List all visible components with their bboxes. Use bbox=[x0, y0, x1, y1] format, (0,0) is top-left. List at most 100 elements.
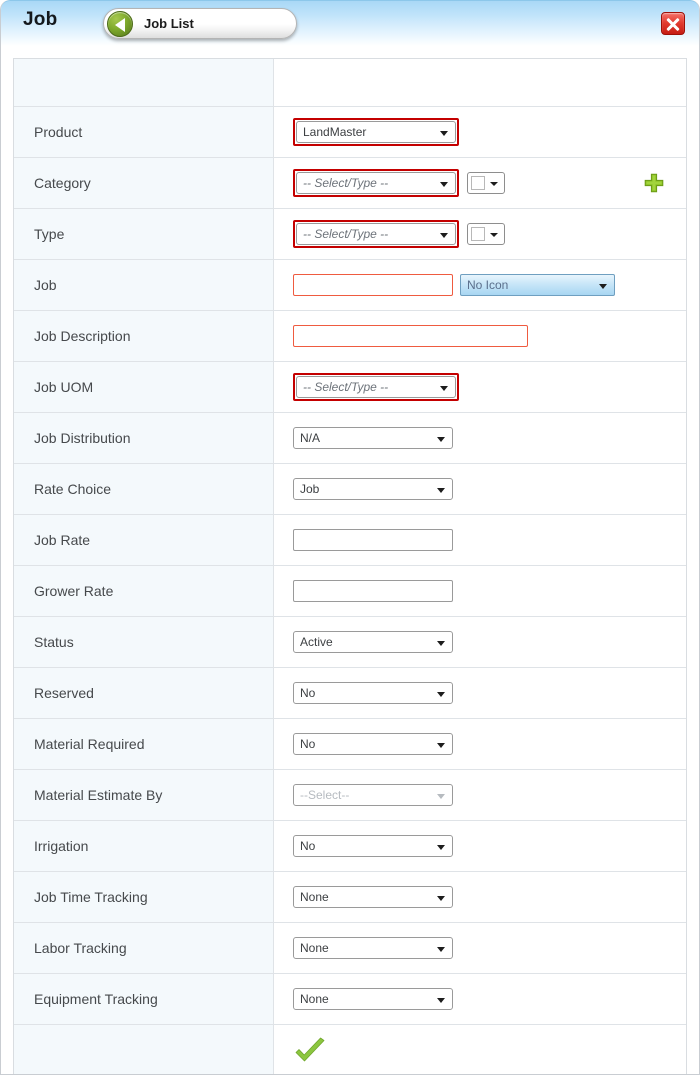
job-window: Job Job List Product LandMaster C bbox=[0, 0, 700, 1075]
table-row bbox=[14, 1025, 686, 1075]
irrigation-select[interactable]: No bbox=[293, 835, 453, 857]
row-label-cell: Job Distribution bbox=[14, 413, 274, 463]
type-select[interactable]: -- Select/Type -- bbox=[296, 223, 456, 245]
table-row: Labor Tracking None bbox=[14, 923, 686, 974]
row-value-cell: No bbox=[274, 719, 686, 769]
row-label-cell: Product bbox=[14, 107, 274, 157]
row-label-cell: Material Required bbox=[14, 719, 274, 769]
row-value-cell bbox=[274, 311, 686, 361]
table-row: Job UOM -- Select/Type -- bbox=[14, 362, 686, 413]
table-row: Rate Choice Job bbox=[14, 464, 686, 515]
row-value-cell: Active bbox=[274, 617, 686, 667]
reserved-select[interactable]: No bbox=[293, 682, 453, 704]
table-row: Grower Rate bbox=[14, 566, 686, 617]
table-row: Job Description bbox=[14, 311, 686, 362]
required-wrapper: -- Select/Type -- bbox=[293, 169, 459, 197]
row-value-cell: None bbox=[274, 974, 686, 1024]
row-value-cell bbox=[274, 1025, 686, 1075]
row-value-cell bbox=[274, 59, 686, 106]
equipment-tracking-select[interactable]: None bbox=[293, 988, 453, 1010]
rate-choice-select[interactable]: Job bbox=[293, 478, 453, 500]
table-row: Status Active bbox=[14, 617, 686, 668]
job-time-tracking-select[interactable]: None bbox=[293, 886, 453, 908]
row-value-cell: N/A bbox=[274, 413, 686, 463]
row-value-cell: No bbox=[274, 821, 686, 871]
status-select[interactable]: Active bbox=[293, 631, 453, 653]
row-label: Rate Choice bbox=[34, 481, 111, 497]
plus-icon[interactable] bbox=[644, 173, 664, 193]
job-list-back-button-label: Job List bbox=[144, 16, 194, 31]
row-value-cell: LandMaster bbox=[274, 107, 686, 157]
grower-rate-input[interactable] bbox=[293, 580, 453, 602]
table-row: Job Rate bbox=[14, 515, 686, 566]
table-row: Product LandMaster bbox=[14, 107, 686, 158]
checkbox-icon bbox=[471, 227, 485, 241]
row-label: Category bbox=[34, 175, 91, 191]
row-label-cell: Job Rate bbox=[14, 515, 274, 565]
row-value-cell: None bbox=[274, 923, 686, 973]
table-row bbox=[14, 59, 686, 107]
type-checkbox-combo[interactable] bbox=[467, 223, 505, 245]
row-label-cell: Labor Tracking bbox=[14, 923, 274, 973]
row-value-cell bbox=[274, 566, 686, 616]
row-label: Job Time Tracking bbox=[34, 889, 148, 905]
job-rate-input[interactable] bbox=[293, 529, 453, 551]
row-label-cell bbox=[14, 59, 274, 106]
table-row: Material Estimate By --Select-- bbox=[14, 770, 686, 821]
close-x-icon[interactable] bbox=[661, 12, 685, 35]
job-form-table: Product LandMaster Category -- Select/Ty… bbox=[13, 58, 687, 1075]
job-list-back-button[interactable]: Job List bbox=[103, 8, 297, 39]
checkbox-icon bbox=[471, 176, 485, 190]
job-distribution-select[interactable]: N/A bbox=[293, 427, 453, 449]
row-value-cell: -- Select/Type -- bbox=[274, 362, 686, 412]
table-row: Equipment Tracking None bbox=[14, 974, 686, 1025]
table-row: Category -- Select/Type -- bbox=[14, 158, 686, 209]
table-row: Reserved No bbox=[14, 668, 686, 719]
row-label: Type bbox=[34, 226, 64, 242]
page-title: Job bbox=[23, 9, 57, 31]
required-wrapper: -- Select/Type -- bbox=[293, 373, 459, 401]
row-label-cell: Status bbox=[14, 617, 274, 667]
row-label: Grower Rate bbox=[34, 583, 113, 599]
row-value-cell bbox=[274, 515, 686, 565]
required-wrapper: LandMaster bbox=[293, 118, 459, 146]
row-label-cell: Reserved bbox=[14, 668, 274, 718]
green-check-icon[interactable] bbox=[293, 1036, 327, 1066]
job-uom-select[interactable]: -- Select/Type -- bbox=[296, 376, 456, 398]
material-required-select[interactable]: No bbox=[293, 733, 453, 755]
row-label: Job Rate bbox=[34, 532, 90, 548]
left-triangle-icon bbox=[107, 11, 133, 37]
category-select[interactable]: -- Select/Type -- bbox=[296, 172, 456, 194]
row-value-cell: None bbox=[274, 872, 686, 922]
table-row: Material Required No bbox=[14, 719, 686, 770]
table-row: Job Distribution N/A bbox=[14, 413, 686, 464]
row-label: Status bbox=[34, 634, 74, 650]
row-label: Reserved bbox=[34, 685, 94, 701]
row-label: Job UOM bbox=[34, 379, 93, 395]
row-label-cell: Job Description bbox=[14, 311, 274, 361]
material-estimate-by-select[interactable]: --Select-- bbox=[293, 784, 453, 806]
row-label-cell: Job UOM bbox=[14, 362, 274, 412]
category-checkbox-combo[interactable] bbox=[467, 172, 505, 194]
product-select[interactable]: LandMaster bbox=[296, 121, 456, 143]
row-value-cell: No bbox=[274, 668, 686, 718]
row-label: Product bbox=[34, 124, 82, 140]
row-label-cell bbox=[14, 1025, 274, 1075]
row-label-cell: Rate Choice bbox=[14, 464, 274, 514]
row-label: Job Distribution bbox=[34, 430, 131, 446]
row-label: Labor Tracking bbox=[34, 940, 127, 956]
row-label: Job Description bbox=[34, 328, 131, 344]
window-titlebar: Job Job List bbox=[1, 0, 699, 46]
row-label-cell: Equipment Tracking bbox=[14, 974, 274, 1024]
row-label-cell: Job bbox=[14, 260, 274, 310]
job-input[interactable] bbox=[293, 274, 453, 296]
required-wrapper: -- Select/Type -- bbox=[293, 220, 459, 248]
job-description-input[interactable] bbox=[293, 325, 528, 347]
row-value-cell: --Select-- bbox=[274, 770, 686, 820]
job-icon-select[interactable]: No Icon bbox=[460, 274, 615, 296]
labor-tracking-select[interactable]: None bbox=[293, 937, 453, 959]
table-row: Irrigation No bbox=[14, 821, 686, 872]
row-label: Material Required bbox=[34, 736, 145, 752]
row-label-cell: Type bbox=[14, 209, 274, 259]
row-label: Equipment Tracking bbox=[34, 991, 158, 1007]
